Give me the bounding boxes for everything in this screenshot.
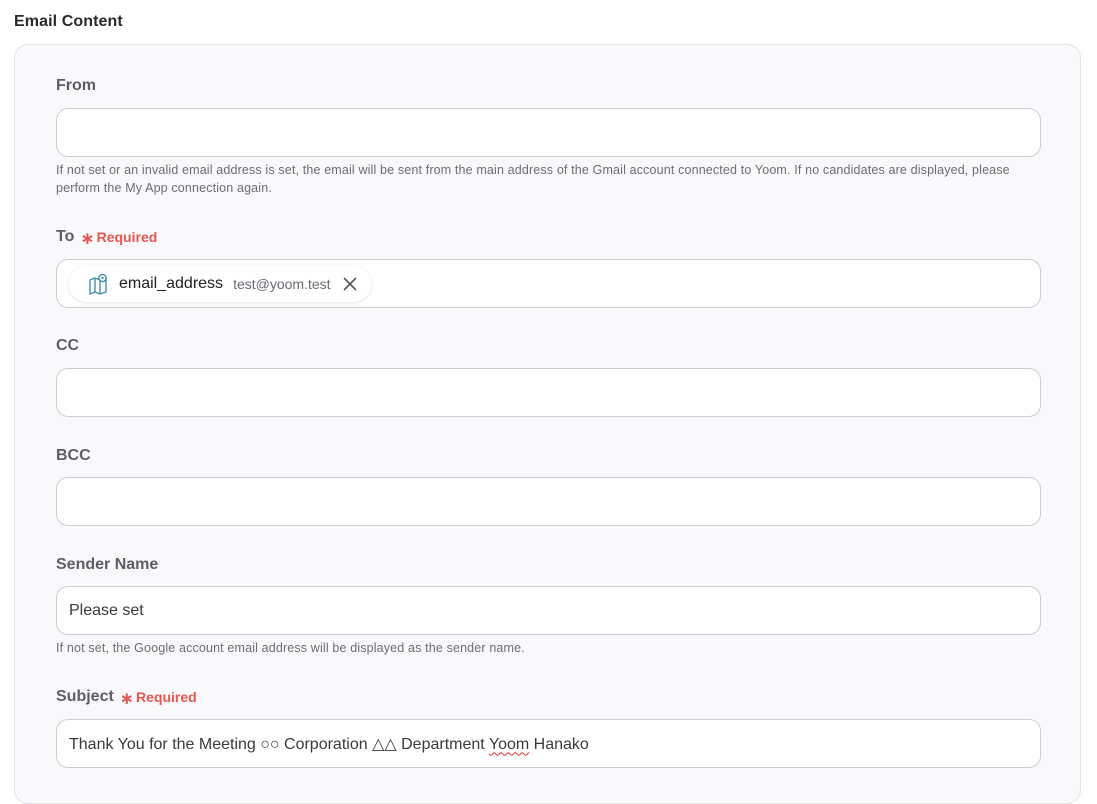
sender-name-label-text: Sender Name — [56, 556, 159, 573]
close-icon[interactable] — [339, 273, 361, 295]
subject-required-badge: ∗ Required — [119, 688, 197, 708]
cc-label-text: CC — [56, 337, 80, 354]
cc-label: CC — [56, 337, 79, 355]
required-asterisk-icon: ∗ — [119, 688, 135, 708]
to-required-text: Required — [96, 229, 158, 245]
to-required-badge: ∗ Required — [80, 228, 158, 248]
from-label-text: From — [56, 77, 96, 94]
subject-text-end: Hanako — [529, 735, 589, 753]
bcc-label: BCC — [56, 447, 91, 465]
sender-name-label: Sender Name — [56, 556, 158, 574]
sender-name-input-value: Please set — [69, 601, 144, 619]
from-label: From — [56, 77, 96, 95]
map-pin-book-icon — [87, 273, 109, 295]
chip-variable-name: email_address — [119, 274, 224, 292]
section-title: Email Content — [14, 13, 123, 30]
to-label: To ∗ Required — [56, 228, 158, 248]
subject-text-start: Thank You for the Meeting ○○ Corporation… — [69, 735, 489, 753]
bcc-input[interactable] — [56, 477, 1041, 526]
subject-required-text: Required — [136, 689, 197, 705]
subject-misspelled-word: Yoom — [488, 735, 530, 753]
subject-label-text: Subject — [56, 688, 114, 705]
from-help-text: If not set or an invalid email address i… — [56, 163, 1010, 195]
required-asterisk-icon: ∗ — [80, 228, 95, 248]
cc-input[interactable] — [56, 368, 1041, 417]
to-variable-chip[interactable]: email_address test@yoom.test — [69, 265, 371, 302]
chip-variable-value: test@yoom.test — [233, 275, 331, 292]
from-input[interactable] — [56, 108, 1041, 157]
to-label-text: To — [56, 228, 75, 245]
subject-input-value: Thank You for the Meeting ○○ Corporation… — [69, 734, 589, 754]
sender-name-input[interactable]: Please set — [56, 586, 1041, 635]
bcc-label-text: BCC — [56, 447, 91, 464]
sender-name-help-text: If not set, the Google account email add… — [56, 641, 525, 655]
subject-label: Subject ∗ Required — [56, 688, 197, 708]
to-input[interactable]: email_address test@yoom.test — [56, 259, 1041, 308]
subject-input[interactable]: Thank You for the Meeting ○○ Corporation… — [56, 719, 1041, 768]
